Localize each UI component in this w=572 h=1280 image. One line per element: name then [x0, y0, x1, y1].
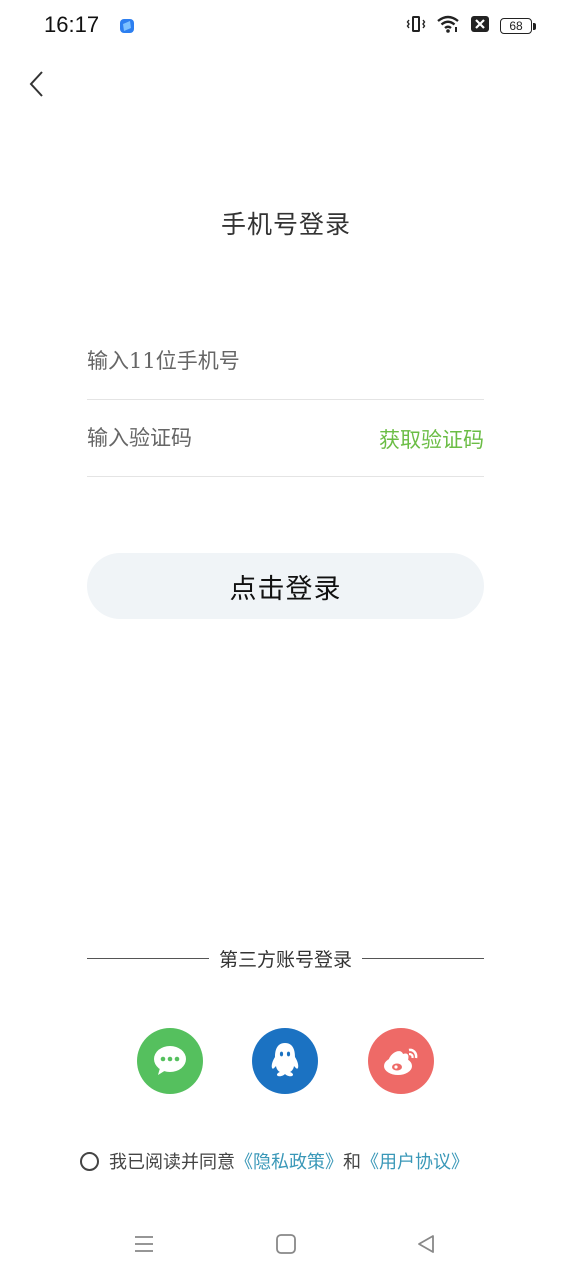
wifi-icon	[436, 14, 460, 38]
status-bar: 16:17 68	[0, 0, 572, 52]
divider-line-left	[87, 957, 209, 959]
agreement-conjunction: 和	[343, 1152, 361, 1173]
menu-icon	[135, 1236, 153, 1252]
home-button[interactable]	[273, 1231, 299, 1257]
phone-input[interactable]	[87, 324, 347, 398]
battery-icon: 68	[500, 18, 536, 34]
phone-field	[87, 324, 484, 400]
weibo-icon	[384, 1048, 418, 1075]
qq-icon	[271, 1043, 299, 1077]
nav-back-button[interactable]	[413, 1231, 439, 1257]
third-party-label: 第三方账号登录	[219, 948, 353, 971]
menu-button[interactable]	[131, 1231, 157, 1257]
code-field: 获取验证码	[87, 401, 484, 477]
system-nav-bar	[0, 1215, 572, 1275]
no-sim-icon	[470, 15, 490, 37]
app-notification-icon	[118, 17, 136, 35]
page-title: 手机号登录	[220, 210, 351, 239]
login-button[interactable]: 点击登录	[87, 553, 484, 619]
get-code-button[interactable]: 获取验证码	[379, 424, 484, 454]
back-triangle-icon	[418, 1235, 434, 1253]
status-icons: 68	[406, 14, 536, 38]
privacy-policy-link[interactable]: 《隐私政策》	[235, 1148, 343, 1174]
vibrate-icon	[406, 14, 426, 38]
divider-line-right	[362, 957, 485, 959]
weibo-login-button[interactable]	[368, 1028, 434, 1094]
third-party-divider: 第三方账号登录	[87, 943, 485, 973]
qq-login-button[interactable]	[252, 1028, 318, 1094]
status-time: 16:17	[44, 12, 100, 37]
user-agreement-link[interactable]: 《用户协议》	[361, 1148, 469, 1174]
agreement-text: 我已阅读并同意	[109, 1152, 235, 1173]
back-button[interactable]	[18, 64, 54, 104]
verification-code-input[interactable]	[87, 401, 347, 475]
wechat-icon	[154, 1046, 186, 1075]
wechat-login-button[interactable]	[137, 1028, 203, 1094]
chevron-left-icon	[29, 71, 43, 97]
home-icon	[276, 1234, 296, 1254]
agree-radio[interactable]	[80, 1151, 99, 1171]
agreement-row: 我已阅读并同意 《隐私政策》 和 《用户协议》	[80, 1148, 469, 1174]
